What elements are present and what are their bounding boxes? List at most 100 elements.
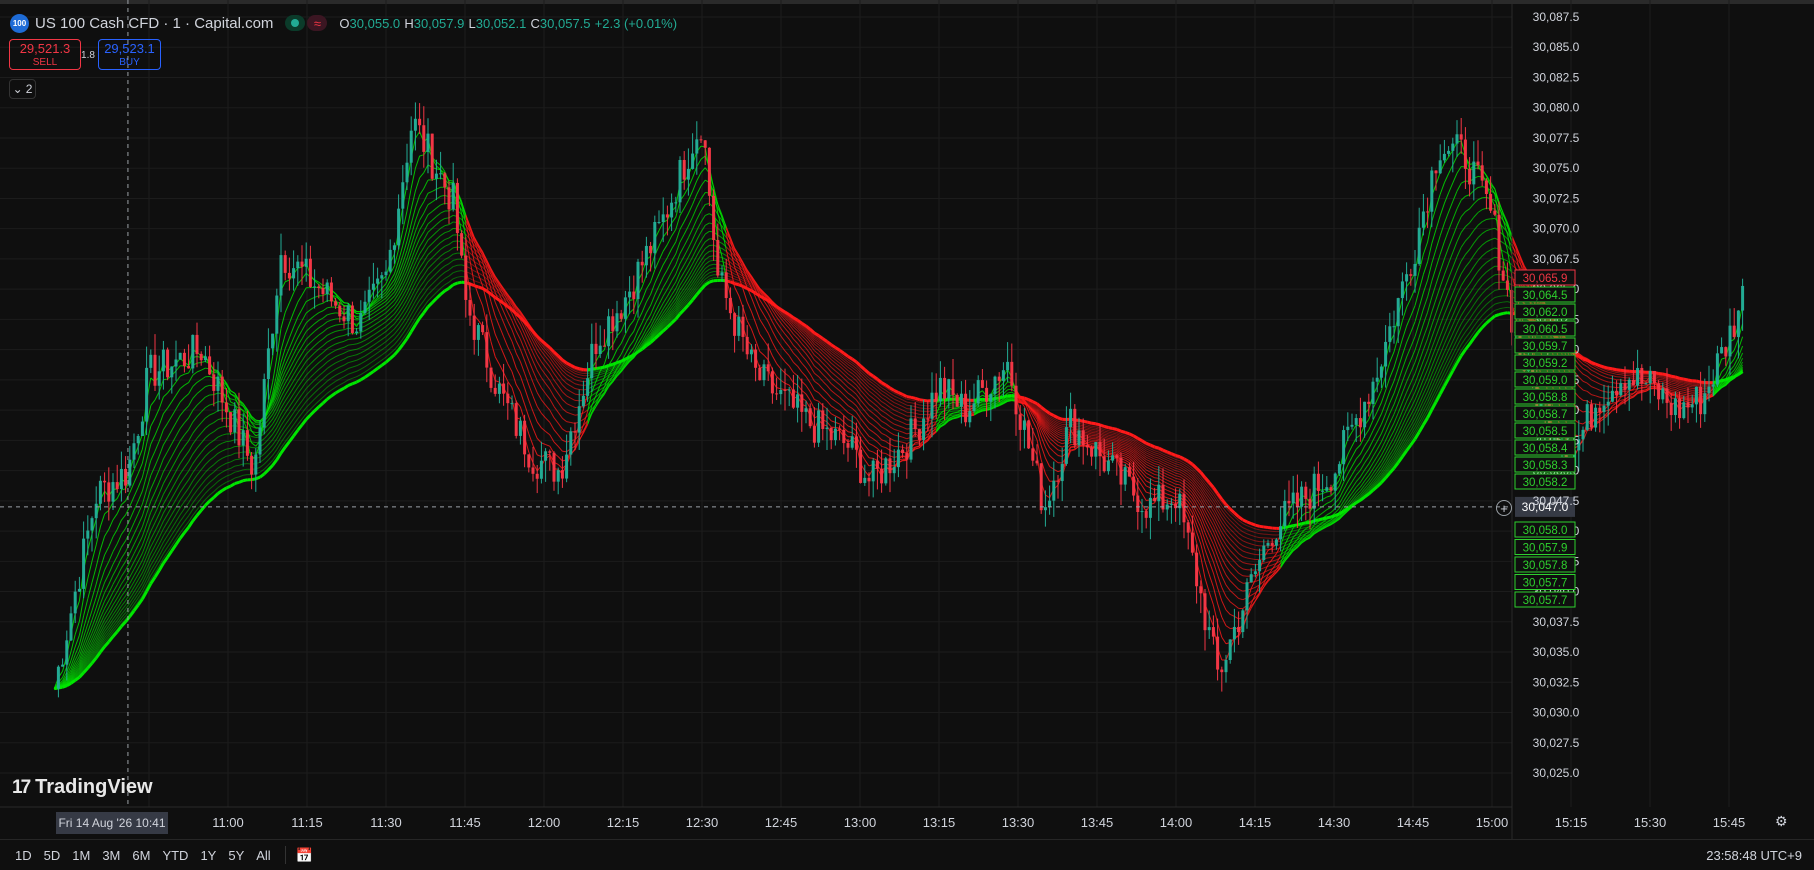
ema-segment [189, 444, 193, 452]
ema-segment [932, 424, 936, 425]
ema-segment [1302, 513, 1306, 516]
ema-segment [105, 562, 109, 571]
ema-segment [331, 331, 335, 333]
ema-segment [365, 316, 369, 318]
ema-segment [848, 382, 852, 385]
ema-segment [1684, 392, 1688, 393]
ema-segment [1390, 423, 1394, 431]
ema-segment [302, 339, 306, 346]
ema-segment [1423, 297, 1427, 309]
ema-segment [1600, 379, 1604, 381]
ema-segment [651, 255, 655, 268]
ema-segment [1402, 343, 1406, 355]
ema-segment [537, 393, 541, 400]
ema-segment [214, 445, 218, 449]
ema-segment [432, 232, 436, 236]
ema-segment [294, 338, 298, 347]
ema-segment [1381, 403, 1385, 414]
ema-segment [180, 477, 184, 483]
ema-segment [1440, 203, 1444, 215]
ema-segment [1050, 466, 1054, 469]
ema-segment [1444, 291, 1448, 302]
ema-segment [415, 220, 419, 231]
ema-segment [546, 432, 550, 435]
ema-segment [760, 334, 764, 340]
ema-segment [894, 441, 898, 442]
ema-segment [1453, 295, 1457, 305]
ema-segment [1108, 445, 1112, 446]
ema-segment [197, 461, 201, 466]
ema-segment [1596, 377, 1600, 379]
ema-segment [1365, 449, 1369, 455]
ema-segment [680, 265, 684, 272]
ema-segment [886, 435, 890, 438]
ema-segment [1054, 442, 1058, 446]
ema-segment [516, 385, 520, 392]
ema-segment [495, 381, 499, 382]
ema-segment [1058, 450, 1062, 451]
ema-segment [1045, 458, 1049, 467]
ema-segment [688, 239, 692, 248]
ema-segment [113, 567, 117, 575]
ema-segment [1680, 395, 1684, 396]
ema-segment [1218, 575, 1222, 587]
ema-segment [180, 410, 184, 415]
ema-segment [1419, 309, 1423, 323]
ema-segment [1478, 234, 1482, 238]
ema-segment [214, 393, 218, 395]
ema-segment [1121, 451, 1125, 452]
ema-segment [625, 346, 629, 354]
ema-segment [1596, 388, 1600, 390]
ema-segment [810, 360, 814, 367]
ema-segment [415, 209, 419, 221]
ema-segment [688, 257, 692, 265]
ema-segment [760, 300, 764, 307]
ema-segment [1155, 469, 1159, 470]
ema-segment [222, 442, 226, 444]
ema-segment [756, 308, 760, 319]
ema-segment [298, 381, 302, 387]
ema-segment [1688, 397, 1692, 398]
ema-segment [499, 312, 503, 322]
ema-segment [890, 444, 894, 446]
ema-segment [1373, 456, 1377, 463]
ema-segment [1402, 307, 1406, 320]
ema-segment [168, 430, 172, 437]
ema-segment [747, 302, 751, 311]
ema-segment [546, 418, 550, 422]
ema-segment [508, 381, 512, 387]
ema-segment [289, 381, 293, 388]
ema-segment [655, 296, 659, 305]
ema-segment [159, 397, 163, 409]
ema-segment [1461, 227, 1465, 233]
ema-segment [285, 303, 289, 313]
ema-segment [1449, 201, 1453, 212]
ema-segment [680, 208, 684, 215]
ema-segment [319, 325, 323, 328]
ema-segment [1423, 339, 1427, 350]
ema-segment [1482, 208, 1486, 209]
ema-segment [810, 383, 814, 391]
ema-segment [1671, 383, 1675, 384]
ema-segment [823, 363, 827, 367]
ema-segment [596, 354, 600, 362]
ema-segment [201, 377, 205, 380]
ema-segment [445, 225, 449, 226]
ema-segment [508, 347, 512, 356]
ema-segment [1293, 513, 1297, 515]
ema-segment [201, 368, 205, 370]
ema-segment [1024, 407, 1028, 419]
ema-segment [449, 222, 453, 225]
ema-segment [180, 385, 184, 388]
ema-segment [596, 383, 600, 385]
ema-segment [550, 410, 554, 418]
ema-segment [378, 320, 382, 323]
ema-segment [554, 418, 558, 424]
ema-segment [1596, 382, 1600, 384]
price-chart[interactable]: 30,047.0 30,025.030,027.530,030.030,032.… [0, 0, 1814, 839]
ema-segment [180, 374, 184, 376]
ema-segment [1348, 446, 1352, 454]
ema-segment [1058, 437, 1062, 439]
ema-segment [1146, 464, 1150, 466]
ema-segment [940, 418, 944, 419]
